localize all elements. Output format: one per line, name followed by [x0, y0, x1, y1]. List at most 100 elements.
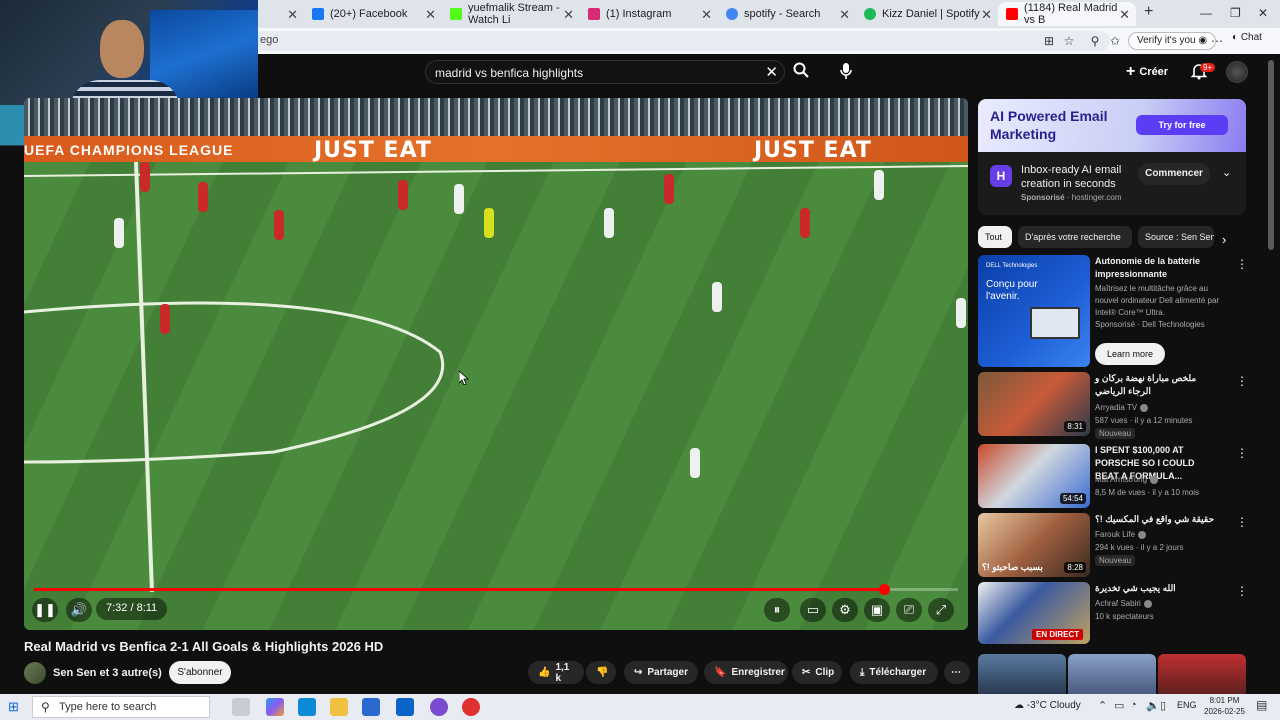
- app-icon[interactable]: [430, 698, 448, 716]
- edge-icon[interactable]: [298, 698, 316, 716]
- progress-scrubber[interactable]: [879, 584, 891, 595]
- shorts-thumbnail[interactable]: [1158, 654, 1246, 694]
- minimize-icon[interactable]: —: [1200, 6, 1212, 20]
- chevron-up-icon[interactable]: ⌃: [1098, 699, 1107, 712]
- taskbar-search-box[interactable]: ⚲ Type here to search: [32, 696, 210, 718]
- more-options-icon[interactable]: ⋮: [1236, 515, 1248, 529]
- dislike-button[interactable]: 👎: [586, 661, 616, 684]
- shorts-thumbnail[interactable]: [978, 654, 1066, 694]
- chevron-right-icon[interactable]: ›: [1222, 232, 1226, 247]
- taskbar-clock[interactable]: 8:01 PM 2026-02-25: [1204, 695, 1245, 717]
- subscribe-button[interactable]: S'abonner: [169, 661, 231, 684]
- shorts-thumbnail[interactable]: [1068, 654, 1156, 694]
- pause-icon[interactable]: ❚❚: [32, 598, 58, 622]
- search-input[interactable]: madrid vs benfica highlights: [435, 66, 583, 80]
- tab-youtube[interactable]: (1184) Real Madrid vs B ✕: [998, 2, 1136, 26]
- copilot-icon[interactable]: [266, 698, 284, 716]
- chip-all[interactable]: Tout: [978, 226, 1012, 248]
- tab-spotify-search[interactable]: spotify - Search ✕: [718, 2, 856, 26]
- extensions-icon[interactable]: ⚲: [1088, 34, 1102, 48]
- outlook-icon[interactable]: [396, 698, 414, 716]
- theater-mode-icon[interactable]: ▣: [864, 598, 890, 622]
- app-icon[interactable]: ⊞: [1042, 34, 1056, 48]
- volume-icon[interactable]: 🔊: [66, 598, 92, 622]
- menu-icon[interactable]: ⋯: [1210, 34, 1224, 48]
- clip-button[interactable]: ✂ Clip: [792, 661, 842, 684]
- clear-search-icon[interactable]: ✕: [765, 63, 778, 81]
- fullscreen-icon[interactable]: ⤢: [928, 598, 954, 622]
- tab-spotify[interactable]: Kizz Daniel | Spotify ✕: [856, 2, 998, 26]
- tab-kick[interactable]: yuefmalik Stream - Watch Li ✕: [442, 2, 580, 26]
- more-options-icon[interactable]: ⋮: [1236, 446, 1248, 460]
- windows-start-icon[interactable]: ⊞: [8, 699, 22, 714]
- microphone-icon[interactable]: [838, 61, 858, 83]
- maximize-icon[interactable]: ❐: [1230, 6, 1241, 20]
- close-tab-icon[interactable]: ✕: [701, 7, 712, 23]
- close-tab-icon[interactable]: ✕: [981, 7, 992, 23]
- account-avatar[interactable]: [1226, 61, 1248, 83]
- ad-start-button[interactable]: Commencer: [1138, 163, 1210, 185]
- settings-gear-icon[interactable]: ⚙: [832, 598, 858, 622]
- video-thumbnail[interactable]: 8:31: [978, 372, 1090, 436]
- volume-icon[interactable]: 🔈: [1146, 699, 1160, 712]
- tab-facebook[interactable]: (20+) Facebook ✕: [304, 2, 442, 26]
- recommendation-item[interactable]: EN DIRECT الله يجيب شي تخديرة Achraf Sab…: [978, 582, 1248, 646]
- cast-icon[interactable]: ⎚: [896, 598, 922, 622]
- subtitles-icon[interactable]: ▭: [800, 598, 826, 622]
- autoplay-toggle-icon[interactable]: ⏸: [764, 598, 790, 622]
- recommendation-title[interactable]: Autonomie de la batterie impressionnante: [1095, 255, 1220, 281]
- search-box[interactable]: madrid vs benfica highlights ✕: [425, 60, 785, 84]
- like-button[interactable]: 👍 1,1 k: [528, 661, 584, 684]
- video-thumbnail[interactable]: 54:54: [978, 444, 1090, 508]
- download-button[interactable]: ⤓ Télécharger: [850, 661, 938, 684]
- file-explorer-icon[interactable]: [330, 698, 348, 716]
- verify-button[interactable]: Verify it's you ◉: [1128, 32, 1217, 50]
- recommendation-title[interactable]: حقيقة شي واقع في المكسيك !؟: [1095, 513, 1220, 526]
- notifications-icon[interactable]: ▤: [1256, 698, 1267, 712]
- create-button[interactable]: + Créer: [1120, 60, 1180, 84]
- search-icon[interactable]: [792, 61, 814, 83]
- more-options-icon[interactable]: ⋮: [1236, 374, 1248, 388]
- tab-instagram[interactable]: (1) Instagram ✕: [580, 2, 718, 26]
- close-tab-icon[interactable]: ✕: [287, 7, 298, 23]
- recommendation-title[interactable]: ملخص مباراة نهضة بركان و الرجاء الرياضي: [1095, 372, 1220, 398]
- more-actions-button[interactable]: ⋯: [944, 661, 970, 684]
- recommendation-item[interactable]: بسبب صاحبتو !؟ 8:28 حقيقة شي واقع في الم…: [978, 513, 1248, 579]
- bookmark-star-icon[interactable]: ☆: [1062, 34, 1076, 48]
- chip-from-search[interactable]: D'après votre recherche: [1018, 226, 1132, 248]
- recommendation-title[interactable]: الله يجيب شي تخديرة: [1095, 582, 1220, 595]
- channel-avatar[interactable]: [24, 662, 46, 684]
- close-window-icon[interactable]: ✕: [1258, 6, 1268, 20]
- page-scrollbar[interactable]: [1268, 60, 1274, 250]
- sponsored-ad-card[interactable]: AI Powered Email Marketing Try for free …: [978, 99, 1246, 215]
- chip-source[interactable]: Source : Sen Sen: [1138, 226, 1214, 248]
- close-tab-icon[interactable]: ✕: [839, 7, 850, 23]
- battery-icon[interactable]: ▯: [1160, 699, 1166, 712]
- ad-try-free-button[interactable]: Try for free: [1136, 115, 1228, 135]
- recording-app-icon[interactable]: [462, 698, 480, 716]
- save-button[interactable]: 🔖 Enregistrer: [704, 661, 788, 684]
- video-player[interactable]: UEFA CHAMPIONS LEAGUE JUST EAT JUST EAT …: [24, 98, 968, 630]
- address-bar[interactable]: ego: [250, 31, 1110, 51]
- chevron-down-icon[interactable]: ⌄: [1222, 166, 1231, 179]
- store-icon[interactable]: [362, 698, 380, 716]
- favorites-icon[interactable]: ✩: [1108, 34, 1122, 48]
- copilot-chat-button[interactable]: ◐ Chat: [1232, 32, 1262, 43]
- learn-more-button[interactable]: Learn more: [1095, 343, 1165, 365]
- close-tab-icon[interactable]: ✕: [563, 7, 574, 23]
- video-thumbnail[interactable]: بسبب صاحبتو !؟ 8:28: [978, 513, 1090, 577]
- more-options-icon[interactable]: ⋮: [1236, 257, 1248, 271]
- language-indicator[interactable]: ENG: [1177, 700, 1197, 710]
- task-view-icon[interactable]: [232, 698, 250, 716]
- close-tab-icon[interactable]: ✕: [425, 7, 436, 23]
- sponsored-recommendation[interactable]: DELL Technologies Conçu pour l'avenir. A…: [978, 255, 1248, 369]
- share-button[interactable]: ↪ Partager: [624, 661, 698, 684]
- more-options-icon[interactable]: ⋮: [1236, 584, 1248, 598]
- tab-partial[interactable]: ✕: [258, 2, 304, 26]
- wifi-icon[interactable]: ◔: [1130, 699, 1137, 711]
- recommendation-item[interactable]: 8:31 ملخص مباراة نهضة بركان و الرجاء الر…: [978, 372, 1248, 439]
- close-tab-icon[interactable]: ✕: [1119, 7, 1130, 23]
- video-thumbnail[interactable]: EN DIRECT: [978, 582, 1090, 644]
- progress-bar[interactable]: [34, 584, 958, 595]
- new-tab-button[interactable]: +: [1144, 3, 1153, 21]
